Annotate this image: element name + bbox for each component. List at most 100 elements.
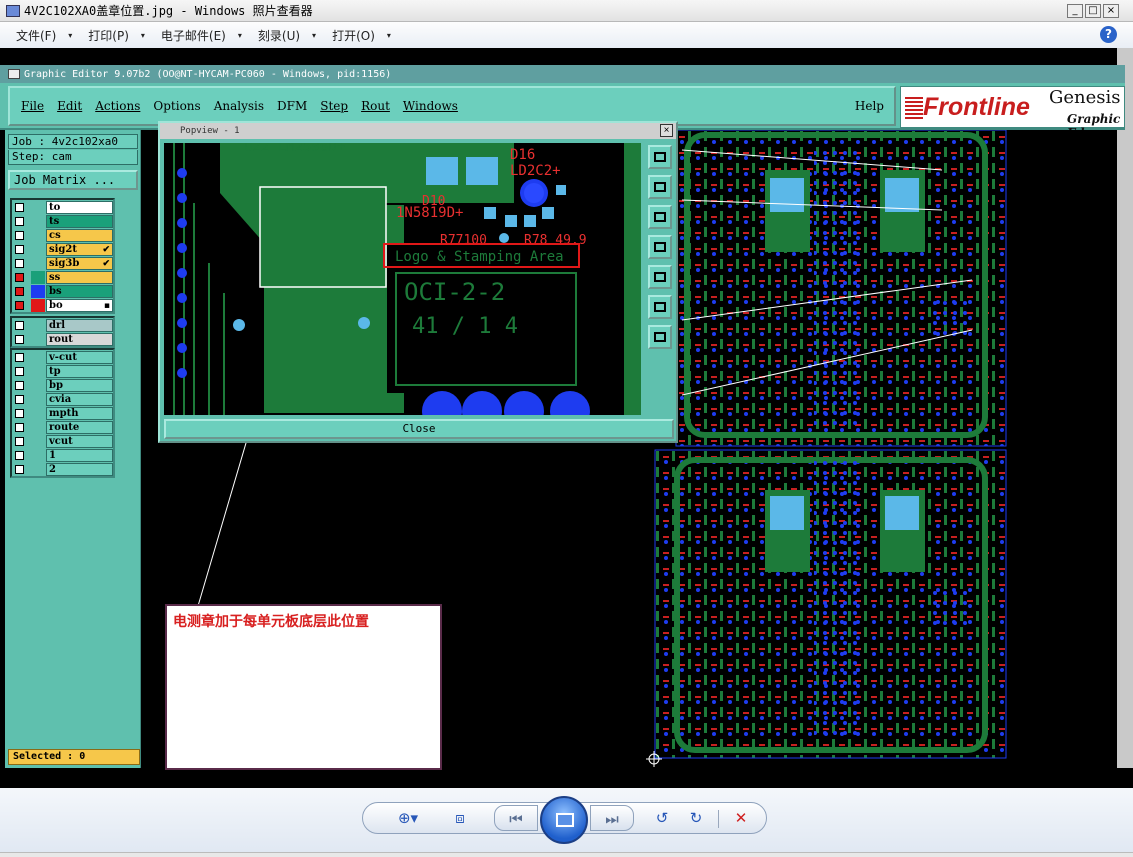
popview-close-x-button[interactable]: × — [660, 124, 673, 137]
menu-step[interactable]: Step — [320, 99, 348, 113]
menu-print[interactable]: 打印(P) — [88, 27, 129, 44]
popview-close-button[interactable]: Close — [164, 419, 674, 439]
layer-color-swatch[interactable] — [31, 350, 45, 364]
layer-checkbox[interactable] — [15, 258, 24, 268]
layer-color-swatch[interactable] — [31, 420, 45, 434]
layer-row-drl[interactable]: drl — [12, 318, 113, 332]
layer-row-cvia[interactable]: cvia — [12, 392, 113, 406]
layer-row-1[interactable]: 1 — [12, 448, 113, 462]
menu-file[interactable]: 文件(F) — [16, 27, 56, 44]
layer-checkbox[interactable] — [15, 436, 24, 446]
layer-checkbox[interactable] — [15, 366, 24, 376]
layer-name[interactable]: bp — [46, 378, 113, 392]
layer-name[interactable]: route — [46, 420, 113, 434]
layer-checkbox[interactable] — [15, 334, 24, 344]
zoom-fit-icon[interactable] — [648, 145, 672, 169]
menu-windows[interactable]: Windows — [403, 99, 458, 113]
layer-row-bp[interactable]: bp — [12, 378, 113, 392]
menu-dfm[interactable]: DFM — [277, 99, 307, 113]
layer-color-swatch[interactable] — [31, 270, 45, 284]
layer-row-2[interactable]: 2 — [12, 462, 113, 476]
layer-name[interactable]: v-cut — [46, 350, 113, 364]
layer-checkbox[interactable] — [15, 450, 24, 460]
menu-open[interactable]: 打开(O) — [332, 27, 375, 44]
layer-color-swatch[interactable] — [31, 228, 45, 242]
maximize-button[interactable]: □ — [1085, 4, 1101, 18]
layer-color-swatch[interactable] — [31, 284, 45, 298]
menu-burn[interactable]: 刻录(U) — [258, 27, 300, 44]
layer-row-ss[interactable]: ss — [12, 270, 113, 284]
layer-checkbox[interactable] — [15, 352, 24, 362]
layer-row-bo[interactable]: bo ▪ — [12, 298, 113, 312]
layer-name[interactable]: mpth — [46, 406, 113, 420]
layer-name[interactable]: ts — [46, 214, 113, 228]
help-icon[interactable]: ? — [1100, 26, 1117, 43]
layer-color-swatch[interactable] — [31, 406, 45, 420]
menu-actions[interactable]: Actions — [95, 99, 140, 113]
next-image-button[interactable]: ⏭ — [590, 805, 634, 831]
layer-color-swatch[interactable] — [31, 462, 45, 476]
layer-color-swatch[interactable] — [31, 298, 45, 312]
layer-color-swatch[interactable] — [31, 378, 45, 392]
layer-name[interactable]: 2 — [46, 462, 113, 476]
menu-email[interactable]: 电子邮件(E) — [161, 27, 226, 44]
layer-name[interactable]: drl — [46, 318, 113, 332]
layer-checkbox[interactable] — [15, 286, 24, 296]
layer-color-swatch[interactable] — [31, 256, 45, 270]
zoom-in-icon[interactable] — [648, 175, 672, 199]
layer-row-tp[interactable]: tp — [12, 364, 113, 378]
zoom-home-icon[interactable] — [648, 325, 672, 349]
menu-rout[interactable]: Rout — [361, 99, 390, 113]
layer-checkbox[interactable] — [15, 272, 24, 282]
minimize-button[interactable]: _ — [1067, 4, 1083, 18]
close-button[interactable]: × — [1103, 4, 1119, 18]
layer-color-swatch[interactable] — [31, 200, 45, 214]
layer-row-route[interactable]: route — [12, 420, 113, 434]
layer-row-bs[interactable]: bs — [12, 284, 113, 298]
zoom-box-icon[interactable] — [648, 295, 672, 319]
rotate-cw-icon[interactable]: ↻ — [684, 805, 708, 831]
rotate-ccw-icon[interactable]: ↺ — [650, 805, 674, 831]
layer-checkbox[interactable] — [15, 244, 24, 254]
layer-row-to[interactable]: to — [12, 200, 113, 214]
layer-checkbox[interactable] — [15, 408, 24, 418]
layer-name[interactable]: sig2t ✔ — [46, 242, 113, 256]
layer-color-swatch[interactable] — [31, 242, 45, 256]
layer-color-swatch[interactable] — [31, 332, 45, 346]
layer-checkbox[interactable] — [15, 380, 24, 390]
layer-name[interactable]: vcut — [46, 434, 113, 448]
layer-color-swatch[interactable] — [31, 214, 45, 228]
layer-row-ts[interactable]: ts — [12, 214, 113, 228]
layer-row-rout[interactable]: rout — [12, 332, 113, 346]
layer-row-vcut[interactable]: vcut — [12, 434, 113, 448]
viewer-scrollbar[interactable] — [1117, 48, 1133, 768]
zoom-out-icon[interactable] — [648, 205, 672, 229]
layer-color-swatch[interactable] — [31, 434, 45, 448]
layer-name[interactable]: cs — [46, 228, 113, 242]
layer-name[interactable]: ss — [46, 270, 113, 284]
layer-checkbox[interactable] — [15, 394, 24, 404]
pan-left-icon[interactable] — [648, 235, 672, 259]
layer-row-mpth[interactable]: mpth — [12, 406, 113, 420]
menu-options[interactable]: Options — [153, 99, 200, 113]
job-matrix-button[interactable]: Job Matrix ... — [8, 170, 138, 190]
layer-checkbox[interactable] — [15, 422, 24, 432]
layer-checkbox[interactable] — [15, 300, 24, 310]
layer-checkbox[interactable] — [15, 216, 24, 226]
layer-color-swatch[interactable] — [31, 318, 45, 332]
layer-color-swatch[interactable] — [31, 448, 45, 462]
menu-edit[interactable]: Edit — [57, 99, 82, 113]
layer-name[interactable]: tp — [46, 364, 113, 378]
layer-checkbox[interactable] — [15, 202, 24, 212]
actual-size-icon[interactable]: ⧈ — [448, 805, 472, 831]
pan-right-icon[interactable] — [648, 265, 672, 289]
layer-name[interactable]: cvia — [46, 392, 113, 406]
layer-row-sig2t[interactable]: sig2t ✔ — [12, 242, 113, 256]
layer-row-sig3b[interactable]: sig3b ✔ — [12, 256, 113, 270]
layer-name[interactable]: rout — [46, 332, 113, 346]
layer-checkbox[interactable] — [15, 230, 24, 240]
menu-help[interactable]: Help — [855, 99, 884, 113]
layer-color-swatch[interactable] — [31, 364, 45, 378]
layer-name[interactable]: to — [46, 200, 113, 214]
layer-color-swatch[interactable] — [31, 392, 45, 406]
